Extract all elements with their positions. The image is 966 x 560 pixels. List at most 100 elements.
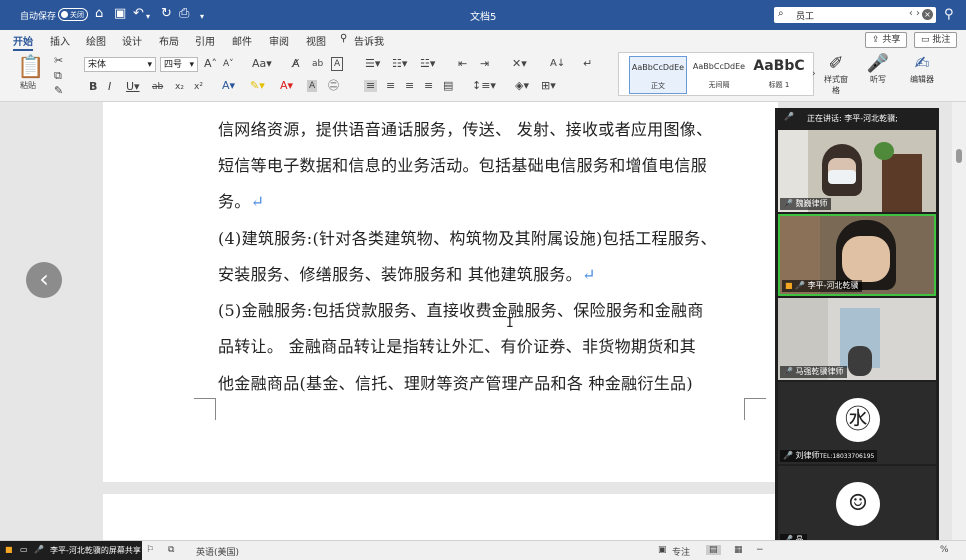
participant-tile[interactable]: 🎤 魏巍律师 [778,130,936,212]
shrink-font-icon[interactable]: A˅ [223,58,234,70]
share-button[interactable]: ⇪ 共享 [865,32,908,48]
print-icon[interactable]: ⎙ [179,7,189,21]
clear-search-icon[interactable]: × [922,9,933,20]
zoom-percent[interactable]: % [940,545,949,555]
align-left-icon[interactable]: ≡ [364,80,378,92]
back-button[interactable]: ‹ [26,262,62,298]
font-size-select[interactable]: 四号 ▾ [160,57,198,72]
phonetic-guide-icon[interactable]: ab [312,58,323,70]
style-heading1[interactable]: AaBbC 标题 1 [751,56,807,94]
accessibility-icon[interactable]: ⧉ [168,545,174,555]
tell-me[interactable]: 告诉我 [354,33,384,48]
doc-line[interactable]: 品转让。 金融商品转让是指转让外汇、有价证券、非货物期货和其 [218,333,696,357]
home-icon[interactable]: ⌂ [95,7,103,21]
style-no-spacing[interactable]: AaBbCcDdEe 无间隔 [691,56,747,94]
customize-toolbar-icon[interactable]: ▾ [200,10,204,24]
doc-line[interactable]: (4)建筑服务:(针对各类建筑物、构筑物及其附属设施)包括工程服务、 [218,225,717,249]
cut-icon[interactable]: ✂ [54,55,63,67]
tab-insert[interactable]: 插入 [50,33,70,48]
search-nav-icon[interactable]: ‹ › [909,8,920,19]
align-center-icon[interactable]: ≡ [386,80,395,92]
save-icon[interactable]: ▣ [114,7,126,21]
language-status[interactable]: 英语(美国) [196,545,239,558]
tab-design[interactable]: 设计 [122,33,142,48]
paste-icon[interactable]: 📋 [17,57,44,79]
increase-indent-icon[interactable]: ⇥ [480,58,489,70]
font-name-select[interactable]: 宋体 ▾ [84,57,156,72]
grow-font-icon[interactable]: A˄ [204,58,217,70]
bullets-icon[interactable]: ☰▾ [365,58,380,70]
styles-pane-icon: ✐ [828,53,844,74]
doc-line[interactable]: 安装服务、修缮服务、装饰服务和 其他建筑服务。↵ [218,261,596,285]
autosave-toggle[interactable]: 关闭 [58,8,88,21]
enclose-characters-icon[interactable]: ㊁ [328,80,339,92]
participant-tile[interactable]: ☺ 🎤 晶 [778,466,936,548]
participant-tile[interactable]: ㊌ 🎤 刘律师TEL:18033706195 [778,382,936,464]
line-spacing-icon[interactable]: ↕≡▾ [472,80,496,92]
focus-label[interactable]: 专注 [672,545,690,558]
dictate-button[interactable]: 🎤 听写 [863,54,893,85]
doc-line[interactable]: 信网络资源，提供语音通话服务，传送、 发射、接收或者应用图像、 [218,116,712,140]
doc-line[interactable]: 短信等电子数据和信息的业务活动。包括基础电信服务和增值电信服 [218,152,707,176]
vertical-scrollbar[interactable] [952,102,966,540]
tab-references[interactable]: 引用 [195,33,215,48]
zoom-out-icon[interactable]: − [756,545,764,555]
web-layout-icon[interactable]: ▦ [734,545,743,555]
participant-tile[interactable]: 🎤 马强乾骥律师 [778,298,936,380]
borders-icon[interactable]: ⊞▾ [541,80,556,92]
tab-review[interactable]: 审阅 [269,33,289,48]
doc-line[interactable]: 务。↵ [218,188,264,212]
bold-icon[interactable]: B [89,81,97,93]
comments-button[interactable]: ▭ 批注 [914,32,958,48]
format-painter-icon[interactable]: ✎ [54,85,63,97]
character-shading-icon[interactable]: A [307,80,318,92]
tab-home[interactable]: 开始 [13,33,33,51]
character-border-icon[interactable]: A [331,57,344,71]
redo-icon[interactable]: ↻ [161,7,172,21]
subscript-icon[interactable]: x₂ [175,81,184,93]
superscript-icon[interactable]: x² [194,81,203,93]
editor-button[interactable]: ✍ 编辑器 [905,54,939,85]
clear-formatting-icon[interactable]: A̸ [292,58,300,70]
asian-layout-icon[interactable]: ✕▾ [512,58,527,70]
undo-dropdown-icon[interactable]: ▾ [146,10,150,24]
shading-icon[interactable]: ◈▾ [515,80,529,92]
doc-line[interactable]: 他金融商品(基金、信托、理财等资产管理产品和各 种金融衍生品) [218,370,693,394]
print-layout-icon[interactable]: ▤ [706,545,721,555]
italic-icon[interactable]: I [108,81,111,93]
multilevel-list-icon[interactable]: ☳▾ [420,58,435,70]
strikethrough-icon[interactable]: ab [152,81,163,93]
copy-icon[interactable]: ⧉ [54,70,62,82]
underline-icon[interactable]: U▾ [126,81,140,93]
focus-icon[interactable]: ▣ [658,545,667,555]
account-icon[interactable]: ⚲ [944,7,954,22]
font-color-icon[interactable]: A▾ [280,80,293,92]
participant-tile-active[interactable]: ■ 🎤 李平-河北乾骥 [778,214,936,296]
search-box[interactable]: ⌕ 员工 ‹ › × [774,7,936,23]
justify-icon[interactable]: ≡ [424,80,433,92]
distributed-icon[interactable]: ▤ [443,80,453,92]
proofing-icon[interactable]: ⚐ [146,545,154,555]
show-marks-icon[interactable]: ↵ [583,58,592,70]
tab-draw[interactable]: 绘图 [86,33,106,48]
highlight-icon[interactable]: ✎▾ [250,80,265,92]
text-effects-icon[interactable]: A▾ [222,80,235,92]
numbering-icon[interactable]: ☷▾ [392,58,407,70]
decrease-indent-icon[interactable]: ⇤ [458,58,467,70]
tab-mailings[interactable]: 邮件 [232,33,252,48]
tab-view[interactable]: 视图 [306,33,326,48]
toggle-knob [61,11,68,18]
screen-share-indicator[interactable]: ■ ▭ 🎤 李平-河北乾骥的屏幕共享 [0,541,142,560]
change-case-button[interactable]: Aa▾ [252,58,272,70]
style-normal[interactable]: AaBbCcDdEe 正文 [629,56,687,94]
scroll-thumb[interactable] [956,149,962,163]
align-right-icon[interactable]: ≡ [405,80,414,92]
autosave-state: 关闭 [70,11,84,19]
sort-icon[interactable]: A↓ [550,58,565,70]
doc-line[interactable]: (5)金融服务:包括贷款服务、直接收费金融服务、保险服务和金融商 [218,297,704,321]
styles-more-icon[interactable]: › [812,68,816,80]
undo-icon[interactable]: ↶ [133,7,144,21]
search-input[interactable]: 员工 [796,9,814,22]
styles-pane-button[interactable]: ✐ 样式窗格 [822,54,850,96]
tab-layout[interactable]: 布局 [159,33,179,48]
